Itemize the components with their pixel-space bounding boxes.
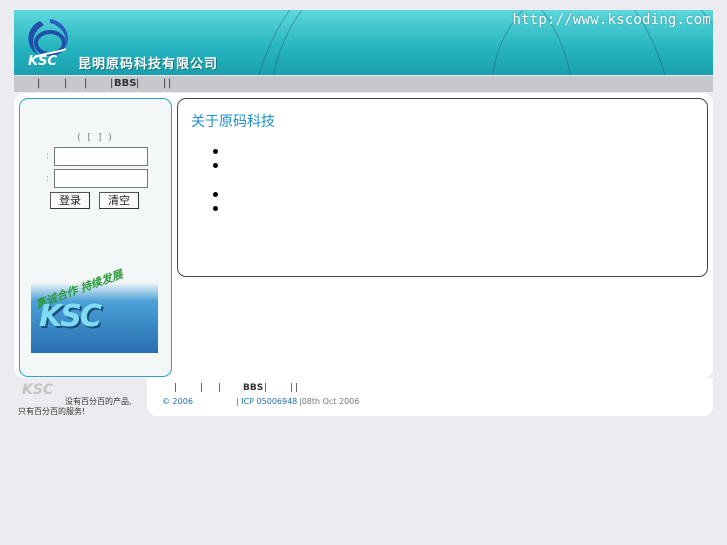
content-box: 关于原码科技	[177, 98, 708, 277]
nav-separator: |	[84, 78, 88, 89]
nav-separator: |	[168, 78, 172, 89]
footer-logo-text: KSC	[22, 382, 54, 398]
list-bullet	[213, 206, 218, 211]
logo-text: KSC	[28, 54, 57, 69]
nav-separator: |	[37, 78, 41, 89]
footer-separator: |	[290, 383, 294, 393]
password-input[interactable]	[54, 169, 148, 188]
nav-link-bbs[interactable]: BBS	[114, 78, 136, 89]
footer-date: |08th Oct 2006	[299, 397, 360, 406]
footer-separator: |	[264, 383, 268, 393]
footer-link-bbs[interactable]: BBS	[243, 383, 263, 393]
nav-separator: |	[136, 78, 140, 89]
footer-separator: |	[295, 383, 299, 393]
username-input[interactable]	[54, 147, 148, 166]
list-bullet	[213, 149, 218, 154]
content-heading: 关于原码科技	[191, 114, 275, 130]
login-panel: ( [ ] ) : : 登录 清空 真诚合作 持续发展 KSC	[19, 98, 172, 377]
password-label: :	[46, 174, 50, 184]
list-bullet	[213, 192, 218, 197]
username-label: :	[46, 151, 50, 161]
header-banner: KSC 昆明原码科技有限公司 http://www.kscoding.com	[14, 10, 713, 75]
nav-separator: |	[163, 78, 167, 89]
clear-button[interactable]: 清空	[99, 192, 139, 209]
promo-letters: KSC	[39, 299, 102, 334]
footer-logo-area: KSC 没有百分百的产品, 只有百分百的服务!	[14, 378, 147, 416]
footer-links: | | | BBS | | | © 2006 | ICP 05006948 |0…	[147, 378, 713, 416]
nav-separator: |	[110, 78, 114, 89]
top-nav-bar: | | | | BBS | | |	[14, 76, 713, 92]
nav-separator: |	[64, 78, 68, 89]
company-name: 昆明原码科技有限公司	[78, 57, 219, 72]
list-bullet	[213, 163, 218, 168]
login-button[interactable]: 登录	[50, 192, 90, 209]
site-url: http://www.kscoding.com	[512, 12, 711, 28]
footer-separator: |	[200, 383, 204, 393]
copyright-text: © 2006	[162, 397, 193, 406]
login-title: ( [ ] )	[77, 133, 114, 143]
footer-separator: |	[174, 383, 178, 393]
icp-number: | ICP 05006948	[236, 397, 298, 406]
footer-separator: |	[218, 383, 222, 393]
promo-banner[interactable]: 真诚合作 持续发展 KSC	[31, 267, 158, 353]
footer-slogan-line2: 只有百分百的服务!	[18, 407, 86, 416]
